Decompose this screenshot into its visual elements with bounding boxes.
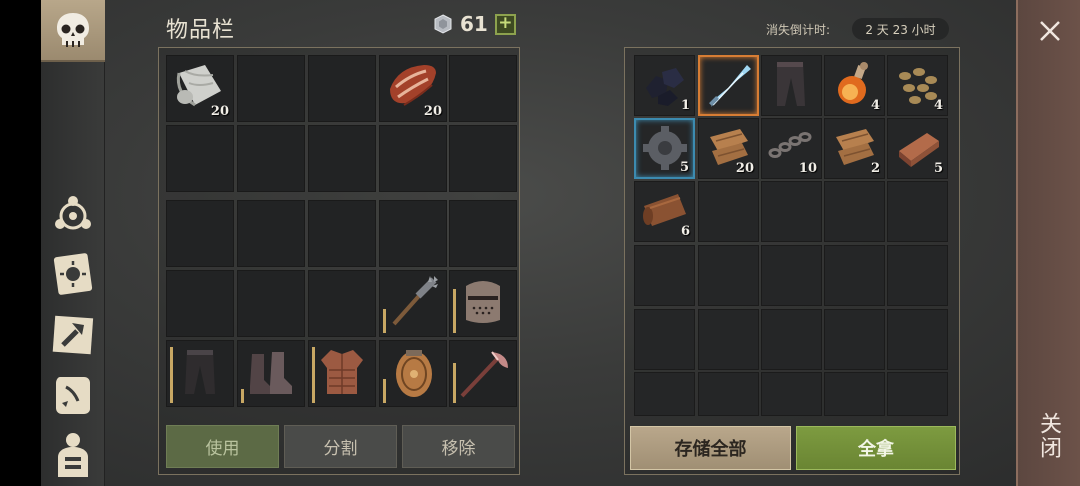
item-quantity: 1 xyxy=(680,98,690,113)
inventory-slot[interactable] xyxy=(449,200,517,267)
container-slot[interactable] xyxy=(887,181,948,242)
container-slot[interactable]: 1 xyxy=(634,55,695,116)
container-slot[interactable] xyxy=(698,372,759,416)
container-slot[interactable] xyxy=(698,181,759,242)
container-slot[interactable] xyxy=(824,245,885,306)
round-shield-icon xyxy=(396,350,432,397)
container-slot[interactable] xyxy=(824,181,885,242)
battle-axe-icon xyxy=(460,351,508,398)
inventory-slot[interactable]: 20 xyxy=(379,55,447,122)
container-slot[interactable] xyxy=(634,309,695,370)
item-quantity: 20 xyxy=(423,104,442,119)
container-slot[interactable]: 5 xyxy=(634,118,695,179)
inventory-slot[interactable] xyxy=(166,270,234,337)
inventory-slot[interactable] xyxy=(166,340,234,407)
left-rail xyxy=(41,0,105,486)
container-slot[interactable]: 5 xyxy=(887,118,948,179)
item-quantity: 6 xyxy=(680,224,690,239)
despawn-timer-value: 2 天 23 小时 xyxy=(852,18,949,40)
leather-pants-icon xyxy=(777,62,805,106)
container-slot[interactable] xyxy=(887,245,948,306)
boots-icon xyxy=(250,352,292,394)
gem-coin-icon xyxy=(434,14,452,34)
remove-button[interactable]: 移除 xyxy=(402,425,515,468)
item-quantity: 20 xyxy=(210,104,229,119)
container-slot[interactable] xyxy=(634,372,695,416)
container-slot[interactable]: 4 xyxy=(887,55,948,116)
item-quantity: 20 xyxy=(735,161,754,176)
dark-pants-icon xyxy=(185,350,215,394)
container-slot[interactable]: 2 xyxy=(824,118,885,179)
inventory-slot[interactable] xyxy=(237,55,305,122)
container-slot[interactable] xyxy=(824,372,885,416)
container-slot[interactable]: 6 xyxy=(634,181,695,242)
close-label[interactable]: 关闭 xyxy=(1036,412,1064,460)
inventory-slot[interactable] xyxy=(449,270,517,337)
ice-sword-icon xyxy=(709,65,751,107)
character-icon[interactable] xyxy=(41,426,105,482)
split-button[interactable]: 分割 xyxy=(284,425,397,468)
take-all-button[interactable]: 全拿 xyxy=(796,426,956,470)
inventory-slot[interactable] xyxy=(308,125,376,192)
skull-icon xyxy=(41,4,105,60)
container-slot[interactable] xyxy=(761,245,822,306)
container-slot[interactable] xyxy=(698,245,759,306)
store-all-button[interactable]: 存储全部 xyxy=(630,426,791,470)
skills-icon[interactable] xyxy=(41,188,105,244)
scroll-map-icon[interactable] xyxy=(41,366,105,422)
inventory-title: 物品栏 xyxy=(166,18,236,43)
recipe-book-icon[interactable] xyxy=(41,246,105,302)
item-quantity: 4 xyxy=(870,98,880,113)
inventory-slot[interactable] xyxy=(237,340,305,407)
container-slot[interactable] xyxy=(761,181,822,242)
currency-value: 61 xyxy=(460,12,488,36)
inventory-slot[interactable] xyxy=(166,200,234,267)
use-button[interactable]: 使用 xyxy=(166,425,279,468)
inventory-slot[interactable] xyxy=(308,55,376,122)
mace-icon xyxy=(392,276,438,326)
screen-edge xyxy=(0,0,41,486)
loot-tab[interactable] xyxy=(41,0,105,62)
item-quantity: 4 xyxy=(933,98,943,113)
item-quantity: 10 xyxy=(798,161,817,176)
inventory-slot[interactable] xyxy=(308,200,376,267)
great-helm-icon xyxy=(466,281,500,323)
inventory-slot[interactable] xyxy=(449,340,517,407)
container-slot[interactable]: 4 xyxy=(824,55,885,116)
inventory-slot[interactable] xyxy=(308,270,376,337)
inventory-slot[interactable] xyxy=(237,125,305,192)
item-quantity: 2 xyxy=(870,161,880,176)
inventory-slot[interactable] xyxy=(449,125,517,192)
inventory-slot[interactable] xyxy=(237,200,305,267)
leather-armor-icon xyxy=(321,350,363,394)
item-quantity: 5 xyxy=(933,161,943,176)
container-slot[interactable] xyxy=(761,309,822,370)
inventory-slot[interactable] xyxy=(237,270,305,337)
inventory-slot[interactable] xyxy=(379,200,447,267)
container-slot[interactable] xyxy=(824,309,885,370)
currency-display: 61 + xyxy=(433,12,516,36)
container-slot[interactable] xyxy=(761,372,822,416)
item-quantity: 5 xyxy=(679,160,689,175)
container-slot[interactable] xyxy=(761,55,829,116)
inventory-slot[interactable] xyxy=(379,270,447,337)
crafting-icon[interactable] xyxy=(41,306,105,362)
container-slot[interactable]: 10 xyxy=(761,118,822,179)
inventory-slot[interactable] xyxy=(449,55,517,122)
container-slot[interactable] xyxy=(634,245,695,306)
container-slot[interactable] xyxy=(887,372,948,416)
close-panel[interactable]: 关闭 xyxy=(1016,0,1080,486)
inventory-slot[interactable] xyxy=(166,125,234,192)
inventory-slot[interactable] xyxy=(379,340,447,407)
despawn-timer-label: 消失倒计时: xyxy=(766,23,831,37)
close-icon[interactable] xyxy=(1033,14,1067,48)
container-slot[interactable] xyxy=(887,309,948,370)
container-slot[interactable] xyxy=(698,309,759,370)
container-slot[interactable] xyxy=(698,55,759,116)
add-currency-button[interactable]: + xyxy=(494,13,516,35)
inventory-slot[interactable]: 20 xyxy=(166,55,234,122)
inventory-slot[interactable] xyxy=(308,340,376,407)
container-slot[interactable]: 20 xyxy=(698,118,759,179)
inventory-slot[interactable] xyxy=(379,125,447,192)
